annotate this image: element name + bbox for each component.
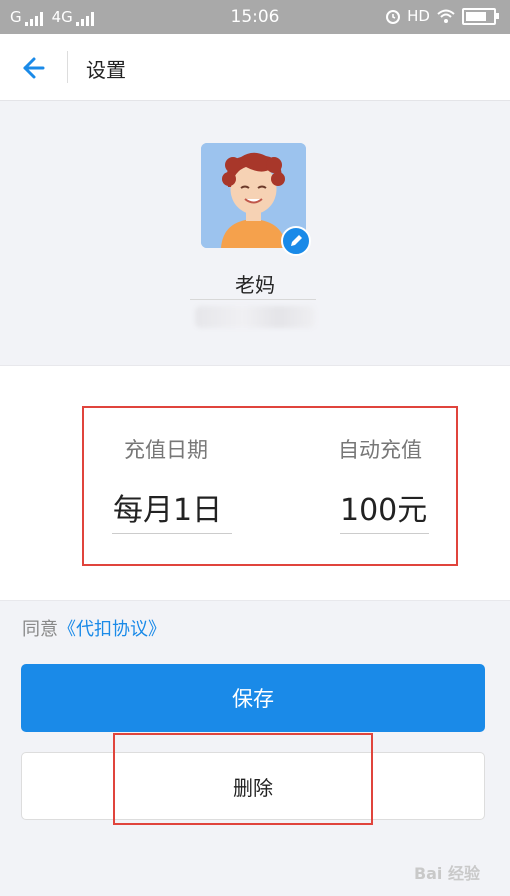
recharge-date-value[interactable]: 每月1日 [113, 485, 222, 529]
delete-button[interactable]: 删除 [21, 752, 485, 820]
agreement-prefix: 同意 [22, 619, 58, 640]
watermark: Bai 经验 [413, 864, 480, 883]
amount-underline [340, 533, 429, 534]
agreement-text: 同意《代扣协议》 [22, 615, 166, 641]
edit-avatar-button[interactable] [281, 226, 311, 256]
recharge-settings-card: 充值日期 每月1日 自动充值 100元 [0, 365, 510, 601]
date-underline [112, 533, 232, 534]
battery-icon [462, 7, 499, 25]
save-button[interactable]: 保存 [21, 664, 485, 732]
recharge-date-label: 充值日期 [124, 438, 208, 462]
status-icons: HD [385, 7, 499, 25]
status-bar: G 4G 15:06 HD [0, 0, 510, 34]
wifi-icon [437, 9, 455, 23]
page-title: 设置 [86, 58, 126, 82]
auto-recharge-label: 自动充值 [338, 438, 422, 462]
nav-divider [67, 51, 68, 83]
nav-bar: 设置 [0, 34, 510, 101]
pencil-icon [291, 235, 302, 246]
profile-name[interactable]: 老妈 [0, 269, 510, 298]
blurred-phone-number [195, 306, 315, 328]
agreement-link[interactable]: 《代扣协议》 [58, 619, 166, 640]
back-arrow-icon[interactable] [16, 51, 50, 85]
name-underline [190, 299, 316, 300]
auto-recharge-value[interactable]: 100元 [340, 485, 427, 529]
alarm-icon [386, 10, 401, 24]
profile-section: 老妈 [0, 101, 510, 365]
hd-label: HD [407, 7, 430, 25]
